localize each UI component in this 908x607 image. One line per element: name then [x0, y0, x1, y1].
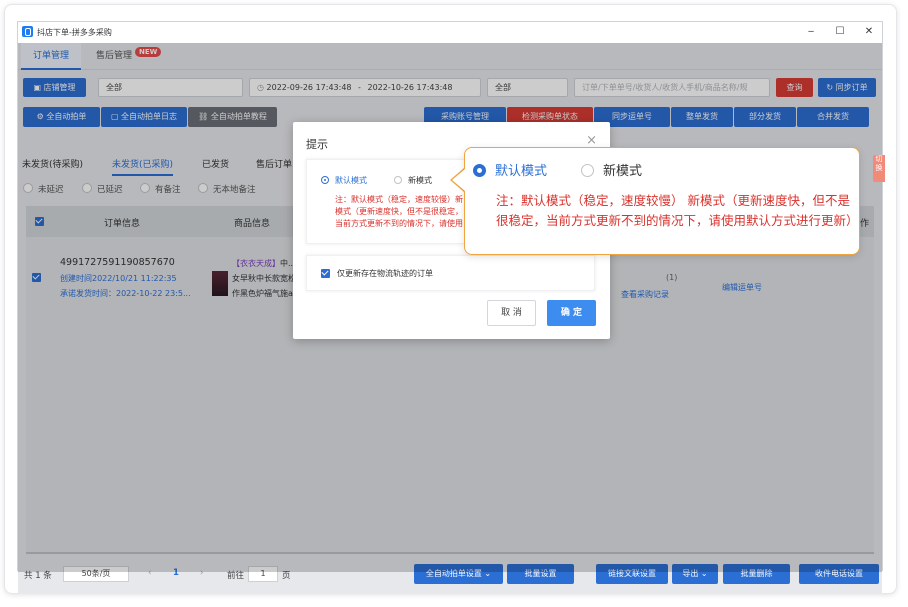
radio-default-mode-label: 默认模式	[335, 176, 367, 185]
dialog-close-icon[interactable]: ×	[586, 133, 597, 148]
close-window-button[interactable]: ✕	[861, 25, 877, 39]
only-update-checkbox[interactable]	[321, 269, 330, 278]
minimize-button[interactable]: ‒	[803, 25, 819, 39]
window-title: 抖店下单-拼多多采购	[37, 28, 112, 37]
zoom-radio-new-label: 新模式	[603, 164, 643, 179]
side-switch-tag[interactable]: 切换	[873, 155, 885, 182]
maximize-button[interactable]: ☐	[832, 25, 848, 39]
app-logo-icon	[22, 26, 33, 37]
radio-unselected-icon	[394, 176, 402, 184]
zoom-radio-default-label: 默认模式	[495, 164, 548, 179]
mode-note: 注：默认模式（稳定，速度较慢）新模式（更新速度快，但不是很稳定，当前方式更新不到…	[335, 195, 463, 228]
zoom-radio-default: 默认模式	[473, 160, 547, 179]
cancel-button[interactable]: 取 消	[487, 300, 536, 326]
radio-default-mode[interactable]: 默认模式	[321, 175, 367, 186]
radio-new-mode[interactable]: 新模式	[394, 175, 432, 186]
zoom-radio-unselected-icon	[581, 164, 594, 177]
confirm-button[interactable]: 确 定	[547, 300, 596, 326]
radio-selected-icon	[321, 176, 329, 184]
only-update-label: 仅更新存在物流轨迹的订单	[337, 269, 433, 278]
radio-new-mode-label: 新模式	[408, 176, 432, 185]
dialog-title: 提示	[306, 138, 328, 151]
only-update-box: 仅更新存在物流轨迹的订单	[306, 255, 595, 291]
callout-arrow-inner	[452, 169, 465, 191]
title-bar: 抖店下单-拼多多采购 ‒ ☐ ✕	[18, 22, 882, 43]
zoom-radio-selected-icon	[473, 164, 486, 177]
zoom-radio-new: 新模式	[581, 160, 642, 179]
zoom-callout: 默认模式 新模式 注：默认模式（稳定，速度较慢） 新模式（更新速度快，但不是很稳…	[464, 147, 860, 255]
zoom-note: 注：默认模式（稳定，速度较慢） 新模式（更新速度快，但不是很稳定，当前方式更新不…	[496, 193, 859, 228]
